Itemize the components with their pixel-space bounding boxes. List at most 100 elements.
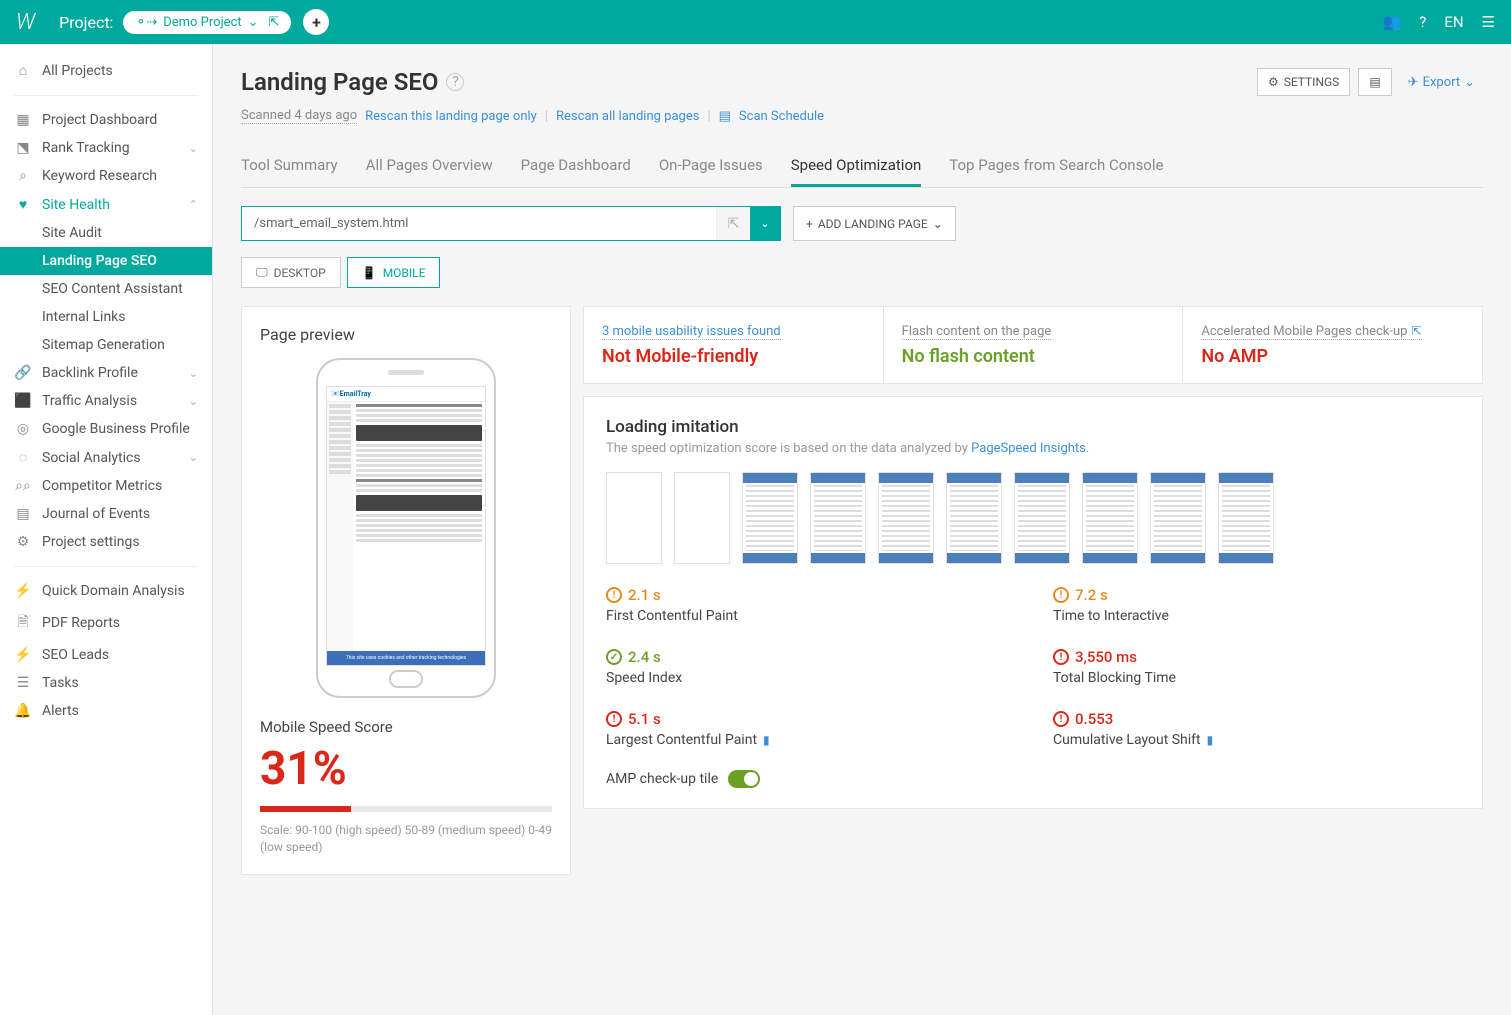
thumb bbox=[810, 472, 866, 564]
amp-toggle[interactable] bbox=[728, 770, 760, 788]
mobile-toggle[interactable]: 📱MOBILE bbox=[347, 257, 441, 288]
page-preview-card: Page preview 📧EmailTray bbox=[241, 306, 571, 875]
share-icon: ⚬⇢ bbox=[135, 15, 157, 30]
settings-button[interactable]: ⚙SETTINGS bbox=[1257, 68, 1350, 96]
metric-si: 2.4 s Speed Index bbox=[606, 648, 1013, 686]
thumb bbox=[1082, 472, 1138, 564]
sidebar-item-google-business[interactable]: ◎Google Business Profile bbox=[0, 415, 212, 443]
amp-status: No AMP bbox=[1201, 346, 1464, 367]
dashboard-icon: ▦ bbox=[14, 112, 32, 128]
desktop-toggle[interactable]: 🖵DESKTOP bbox=[241, 257, 341, 288]
sidebar-item-journal[interactable]: ▤Journal of Events bbox=[0, 500, 212, 528]
project-selector[interactable]: ⚬⇢ Demo Project ⌄ ⇱ bbox=[123, 11, 291, 34]
search-icon: ⌕ bbox=[14, 168, 32, 184]
metric-tbt: 3,550 ms Total Blocking Time bbox=[1053, 648, 1460, 686]
warn-icon bbox=[606, 587, 622, 603]
bookmark-icon[interactable]: ▮ bbox=[763, 733, 770, 747]
menu-icon[interactable]: ☰ bbox=[1482, 13, 1495, 31]
open-url-button[interactable]: ⇱ bbox=[716, 207, 750, 240]
thumb bbox=[946, 472, 1002, 564]
add-landing-page-button[interactable]: + ADD LANDING PAGE ⌄ bbox=[793, 206, 956, 241]
metric-tti: 7.2 s Time to Interactive bbox=[1053, 586, 1460, 624]
sidebar-sub-seo-content-assistant[interactable]: SEO Content Assistant bbox=[0, 275, 212, 303]
sidebar-item-keyword-research[interactable]: ⌕Keyword Research bbox=[0, 162, 212, 190]
add-project-button[interactable]: + bbox=[303, 9, 329, 35]
sidebar-item-traffic-analysis[interactable]: ⬛Traffic Analysis⌄ bbox=[0, 387, 212, 415]
page-title: Landing Page SEO bbox=[241, 68, 438, 96]
gear-icon: ⚙ bbox=[14, 534, 32, 550]
thumb bbox=[674, 472, 730, 564]
tab-speed-optimization[interactable]: Speed Optimization bbox=[791, 146, 922, 187]
lightning-icon: ⚡ bbox=[14, 583, 32, 599]
pin-icon: ◎ bbox=[14, 421, 32, 437]
rescan-this-link[interactable]: Rescan this landing page only bbox=[365, 109, 537, 124]
scanned-text: Scanned 4 days ago bbox=[241, 108, 357, 124]
thumb bbox=[878, 472, 934, 564]
document-icon: 🗎 bbox=[14, 611, 32, 635]
chat-icon: ◌ bbox=[14, 449, 32, 466]
sidebar-sub-site-audit[interactable]: Site Audit bbox=[0, 219, 212, 247]
amp-link[interactable]: Accelerated Mobile Pages check-up⇱ bbox=[1201, 324, 1421, 340]
loading-subtitle: The speed optimization score is based on… bbox=[606, 441, 1460, 456]
thumb bbox=[742, 472, 798, 564]
export-button[interactable]: ✈Export ⌄ bbox=[1400, 69, 1483, 96]
calendar-button[interactable]: ▤ bbox=[1358, 68, 1391, 96]
language-selector[interactable]: EN bbox=[1444, 13, 1463, 31]
bars-icon: ⬛ bbox=[14, 393, 32, 409]
sidebar-item-project-settings[interactable]: ⚙Project settings bbox=[0, 528, 212, 556]
mobile-icon: 📱 bbox=[362, 266, 377, 280]
tab-page-dashboard[interactable]: Page Dashboard bbox=[521, 146, 631, 187]
preview-title: Page preview bbox=[260, 325, 552, 344]
url-input-group: ⇱ ⌄ bbox=[241, 206, 781, 241]
main-content: Landing Page SEO ? ⚙SETTINGS ▤ ✈Export ⌄… bbox=[213, 44, 1511, 1015]
tab-tool-summary[interactable]: Tool Summary bbox=[241, 146, 338, 187]
sidebar-item-backlink-profile[interactable]: 🔗Backlink Profile⌄ bbox=[0, 359, 212, 387]
chevron-down-icon: ⌄ bbox=[933, 217, 943, 231]
loading-imitation-card: Loading imitation The speed optimization… bbox=[583, 396, 1483, 809]
score-scale: Scale: 90-100 (high speed) 50-89 (medium… bbox=[260, 822, 552, 856]
help-icon[interactable]: ? bbox=[1419, 13, 1426, 31]
chevron-down-icon: ⌄ bbox=[189, 395, 198, 408]
alert-icon bbox=[1053, 711, 1069, 727]
sidebar-sub-landing-page-seo[interactable]: Landing Page SEO bbox=[0, 247, 212, 275]
tab-all-pages[interactable]: All Pages Overview bbox=[366, 146, 493, 187]
tab-on-page-issues[interactable]: On-Page Issues bbox=[659, 146, 763, 187]
url-input[interactable] bbox=[242, 207, 716, 240]
thumb bbox=[1014, 472, 1070, 564]
sidebar-all-projects[interactable]: ⌂ All Projects bbox=[0, 56, 212, 85]
open-external-icon[interactable]: ⇱ bbox=[269, 15, 280, 30]
sidebar-sub-internal-links[interactable]: Internal Links bbox=[0, 303, 212, 331]
sidebar-item-seo-leads[interactable]: ⚡SEO Leads bbox=[0, 641, 212, 669]
sidebar-item-tasks[interactable]: ☰Tasks bbox=[0, 669, 212, 697]
usability-link[interactable]: 3 mobile usability issues found bbox=[602, 324, 781, 340]
rescan-all-link[interactable]: Rescan all landing pages bbox=[556, 109, 699, 124]
sidebar-item-rank-tracking[interactable]: ⬔Rank Tracking⌄ bbox=[0, 134, 212, 162]
chevron-down-icon: ⌄ bbox=[189, 367, 198, 380]
metric-lcp: 5.1 s Largest Contentful Paint ▮ bbox=[606, 710, 1013, 748]
sidebar-item-project-dashboard[interactable]: ▦Project Dashboard bbox=[0, 106, 212, 134]
usability-status: Not Mobile-friendly bbox=[602, 346, 865, 367]
sidebar-item-pdf-reports[interactable]: 🗎PDF Reports bbox=[0, 605, 212, 641]
thumb bbox=[1150, 472, 1206, 564]
chevron-down-icon: ⌄ bbox=[189, 142, 198, 155]
url-dropdown-button[interactable]: ⌄ bbox=[750, 207, 780, 240]
sidebar-item-social-analytics[interactable]: ◌Social Analytics⌄ bbox=[0, 443, 212, 472]
chevron-down-icon: ⌄ bbox=[248, 15, 259, 30]
sidebar-sub-sitemap-generation[interactable]: Sitemap Generation bbox=[0, 331, 212, 359]
pagespeed-link[interactable]: PageSpeed Insights bbox=[971, 441, 1086, 456]
help-icon[interactable]: ? bbox=[446, 73, 464, 91]
users-icon[interactable]: 👥 bbox=[1383, 13, 1402, 31]
sidebar-item-alerts[interactable]: 🔔Alerts bbox=[0, 697, 212, 725]
preview-brand: 📧EmailTray bbox=[327, 387, 485, 402]
bookmark-icon[interactable]: ▮ bbox=[1207, 733, 1214, 747]
tab-top-pages[interactable]: Top Pages from Search Console bbox=[949, 146, 1163, 187]
flash-link[interactable]: Flash content on the page bbox=[902, 324, 1052, 340]
sidebar-item-quick-domain[interactable]: ⚡Quick Domain Analysis bbox=[0, 577, 212, 605]
metric-fcp: 2.1 s First Contentful Paint bbox=[606, 586, 1013, 624]
logo: W bbox=[16, 10, 35, 35]
sidebar-item-competitor-metrics[interactable]: ⌕⌕Competitor Metrics bbox=[0, 472, 212, 500]
project-label: Project: bbox=[59, 13, 113, 32]
sidebar-item-site-health[interactable]: ♥Site Health⌃ bbox=[0, 190, 212, 219]
scan-schedule-link[interactable]: Scan Schedule bbox=[739, 109, 824, 124]
bell-icon: 🔔 bbox=[14, 703, 32, 719]
